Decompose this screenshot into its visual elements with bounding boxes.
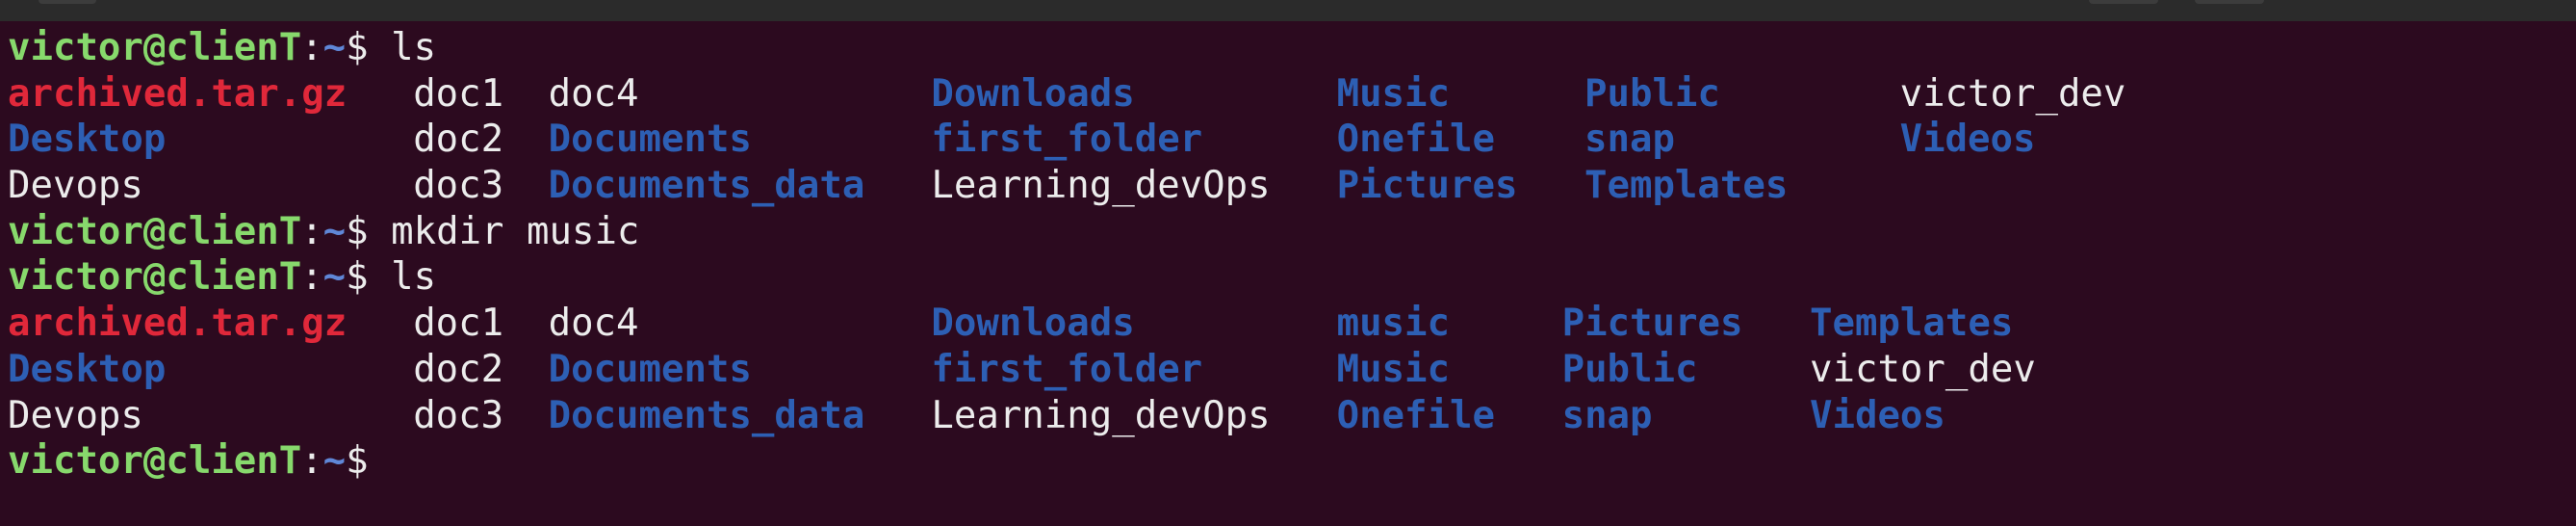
directory-entry: Pictures [1336, 164, 1518, 208]
window-control-left[interactable] [39, 0, 96, 4]
file-entry: doc3 [413, 393, 504, 437]
directory-entry: Templates [1584, 164, 1789, 208]
directory-entry: Music [1336, 71, 1450, 116]
file-entry: doc1 [413, 71, 504, 116]
prompt-separator: : [300, 26, 323, 69]
directory-entry: Documents [548, 347, 752, 391]
prompt-user: victor@clienT [8, 26, 302, 69]
prompt-rest: :~$ mkdir music [300, 209, 639, 255]
listing-line: Desktop doc2 Documents first_folder Music Pub… [0, 347, 2576, 393]
prompt-symbol: $ [346, 209, 392, 253]
prompt-path: ~ [322, 209, 347, 253]
prompt-line: victor@clienT:~$ [0, 438, 2576, 485]
directory-entry: Videos [1899, 118, 2036, 162]
listing-line: Devops doc3 Documents_data Learning_devOps O… [0, 393, 2576, 439]
archive-entry: archived.tar.gz [8, 71, 348, 116]
directory-entry: Documents_data [548, 164, 865, 208]
prompt-path: ~ [322, 255, 347, 300]
directory-entry: Videos [1810, 393, 1945, 437]
archive-entry: archived.tar.gz [8, 302, 348, 346]
window-control-right-1[interactable] [2089, 0, 2158, 4]
file-entry: doc3 [413, 164, 504, 208]
prompt-rest: :~$ ls [300, 25, 436, 71]
prompt-symbol: $ [346, 26, 392, 69]
prompt-symbol: $ [346, 255, 392, 300]
prompt-separator: : [300, 255, 323, 300]
directory-entry: music [1336, 302, 1450, 346]
directory-entry: Templates [1810, 302, 2014, 346]
prompt-line: victor@clienT:~$ ls [0, 25, 2576, 71]
file-entry: doc4 [548, 302, 639, 346]
directory-entry: Public [1561, 347, 1698, 391]
listing-line: archived.tar.gz doc1 doc4 Downloads music Pic… [0, 301, 2576, 347]
prompt-path: ~ [322, 26, 347, 69]
listing-line: Devops doc3 Documents_data Learning_devOps P… [0, 163, 2576, 209]
command-text: ls [391, 255, 437, 300]
file-entry: Learning_devOps [931, 164, 1271, 208]
prompt-user: victor@clienT [8, 209, 302, 253]
prompt-line: victor@clienT:~$ ls [0, 254, 2576, 301]
directory-entry: first_folder [931, 118, 1203, 162]
listing-line: archived.tar.gz doc1 doc4 Downloads Music Pub… [0, 71, 2576, 118]
file-entry: doc1 [413, 302, 504, 346]
directory-entry: Music [1336, 347, 1450, 391]
prompt-path: ~ [322, 439, 347, 484]
window-control-right-2[interactable] [2195, 0, 2264, 4]
prompt-rest: :~$ [300, 438, 391, 485]
directory-entry: Desktop [8, 347, 167, 391]
prompt-rest: :~$ ls [300, 254, 436, 301]
prompt-user: victor@clienT [8, 439, 302, 484]
file-entry: Devops [8, 393, 143, 437]
file-entry: victor_dev [1899, 71, 2126, 116]
directory-entry: Downloads [931, 302, 1135, 346]
directory-entry: snap [1561, 393, 1653, 437]
directory-entry: Documents [548, 118, 752, 162]
window-top-bar [0, 0, 2576, 21]
directory-entry: snap [1584, 118, 1675, 162]
prompt-user: victor@clienT [8, 255, 302, 300]
directory-entry: first_folder [931, 347, 1203, 391]
terminal-output[interactable]: victor@clienT:~$ ls archived.tar.gz doc1 do… [0, 21, 2576, 526]
file-entry: doc2 [413, 347, 504, 391]
command-text: ls [391, 26, 437, 69]
prompt-line: victor@clienT:~$ mkdir music [0, 209, 2576, 255]
directory-entry: Onefile [1336, 118, 1495, 162]
file-entry: Devops [8, 164, 143, 208]
prompt-separator: : [300, 209, 323, 253]
directory-entry: Pictures [1561, 302, 1743, 346]
prompt-symbol: $ [346, 439, 392, 484]
file-entry: doc2 [413, 118, 504, 162]
directory-entry: Public [1584, 71, 1720, 116]
listing-line: Desktop doc2 Documents first_folder Onefile s… [0, 117, 2576, 163]
file-entry: Learning_devOps [931, 393, 1271, 437]
command-text: mkdir music [391, 209, 640, 253]
file-entry: doc4 [548, 71, 639, 116]
prompt-separator: : [300, 439, 323, 484]
directory-entry: Onefile [1336, 393, 1495, 437]
directory-entry: Desktop [8, 118, 167, 162]
directory-entry: Documents_data [548, 393, 865, 437]
directory-entry: Downloads [931, 71, 1135, 116]
file-entry: victor_dev [1810, 347, 2036, 391]
